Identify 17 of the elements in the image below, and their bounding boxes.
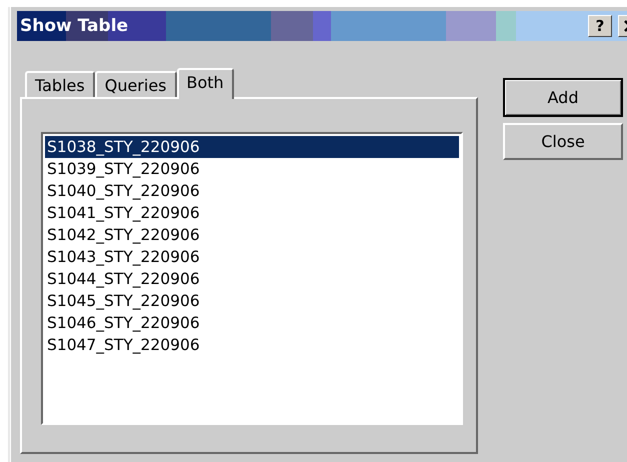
list-item[interactable]: S1039_STY_220906 — [45, 158, 459, 180]
list-item[interactable]: S1044_STY_220906 — [45, 268, 459, 290]
help-button[interactable]: ? — [588, 15, 612, 37]
list-item[interactable]: S1045_STY_220906 — [45, 290, 459, 312]
list-item[interactable]: S1046_STY_220906 — [45, 312, 459, 334]
tab[interactable]: Tables — [25, 71, 95, 97]
tab[interactable]: Both — [176, 68, 234, 99]
list-item[interactable]: S1041_STY_220906 — [45, 202, 459, 224]
list-item[interactable]: S1040_STY_220906 — [45, 180, 459, 202]
add-button[interactable]: Add — [503, 78, 623, 117]
list-item[interactable]: S1038_STY_220906 — [45, 136, 459, 158]
tab[interactable]: Queries — [94, 71, 176, 97]
list-item[interactable]: S1043_STY_220906 — [45, 246, 459, 268]
close-dialog-button[interactable]: Close — [503, 123, 623, 160]
list-item[interactable]: S1042_STY_220906 — [45, 224, 459, 246]
list-item[interactable]: S1047_STY_220906 — [45, 334, 459, 356]
window-title: Show Table — [20, 16, 130, 36]
